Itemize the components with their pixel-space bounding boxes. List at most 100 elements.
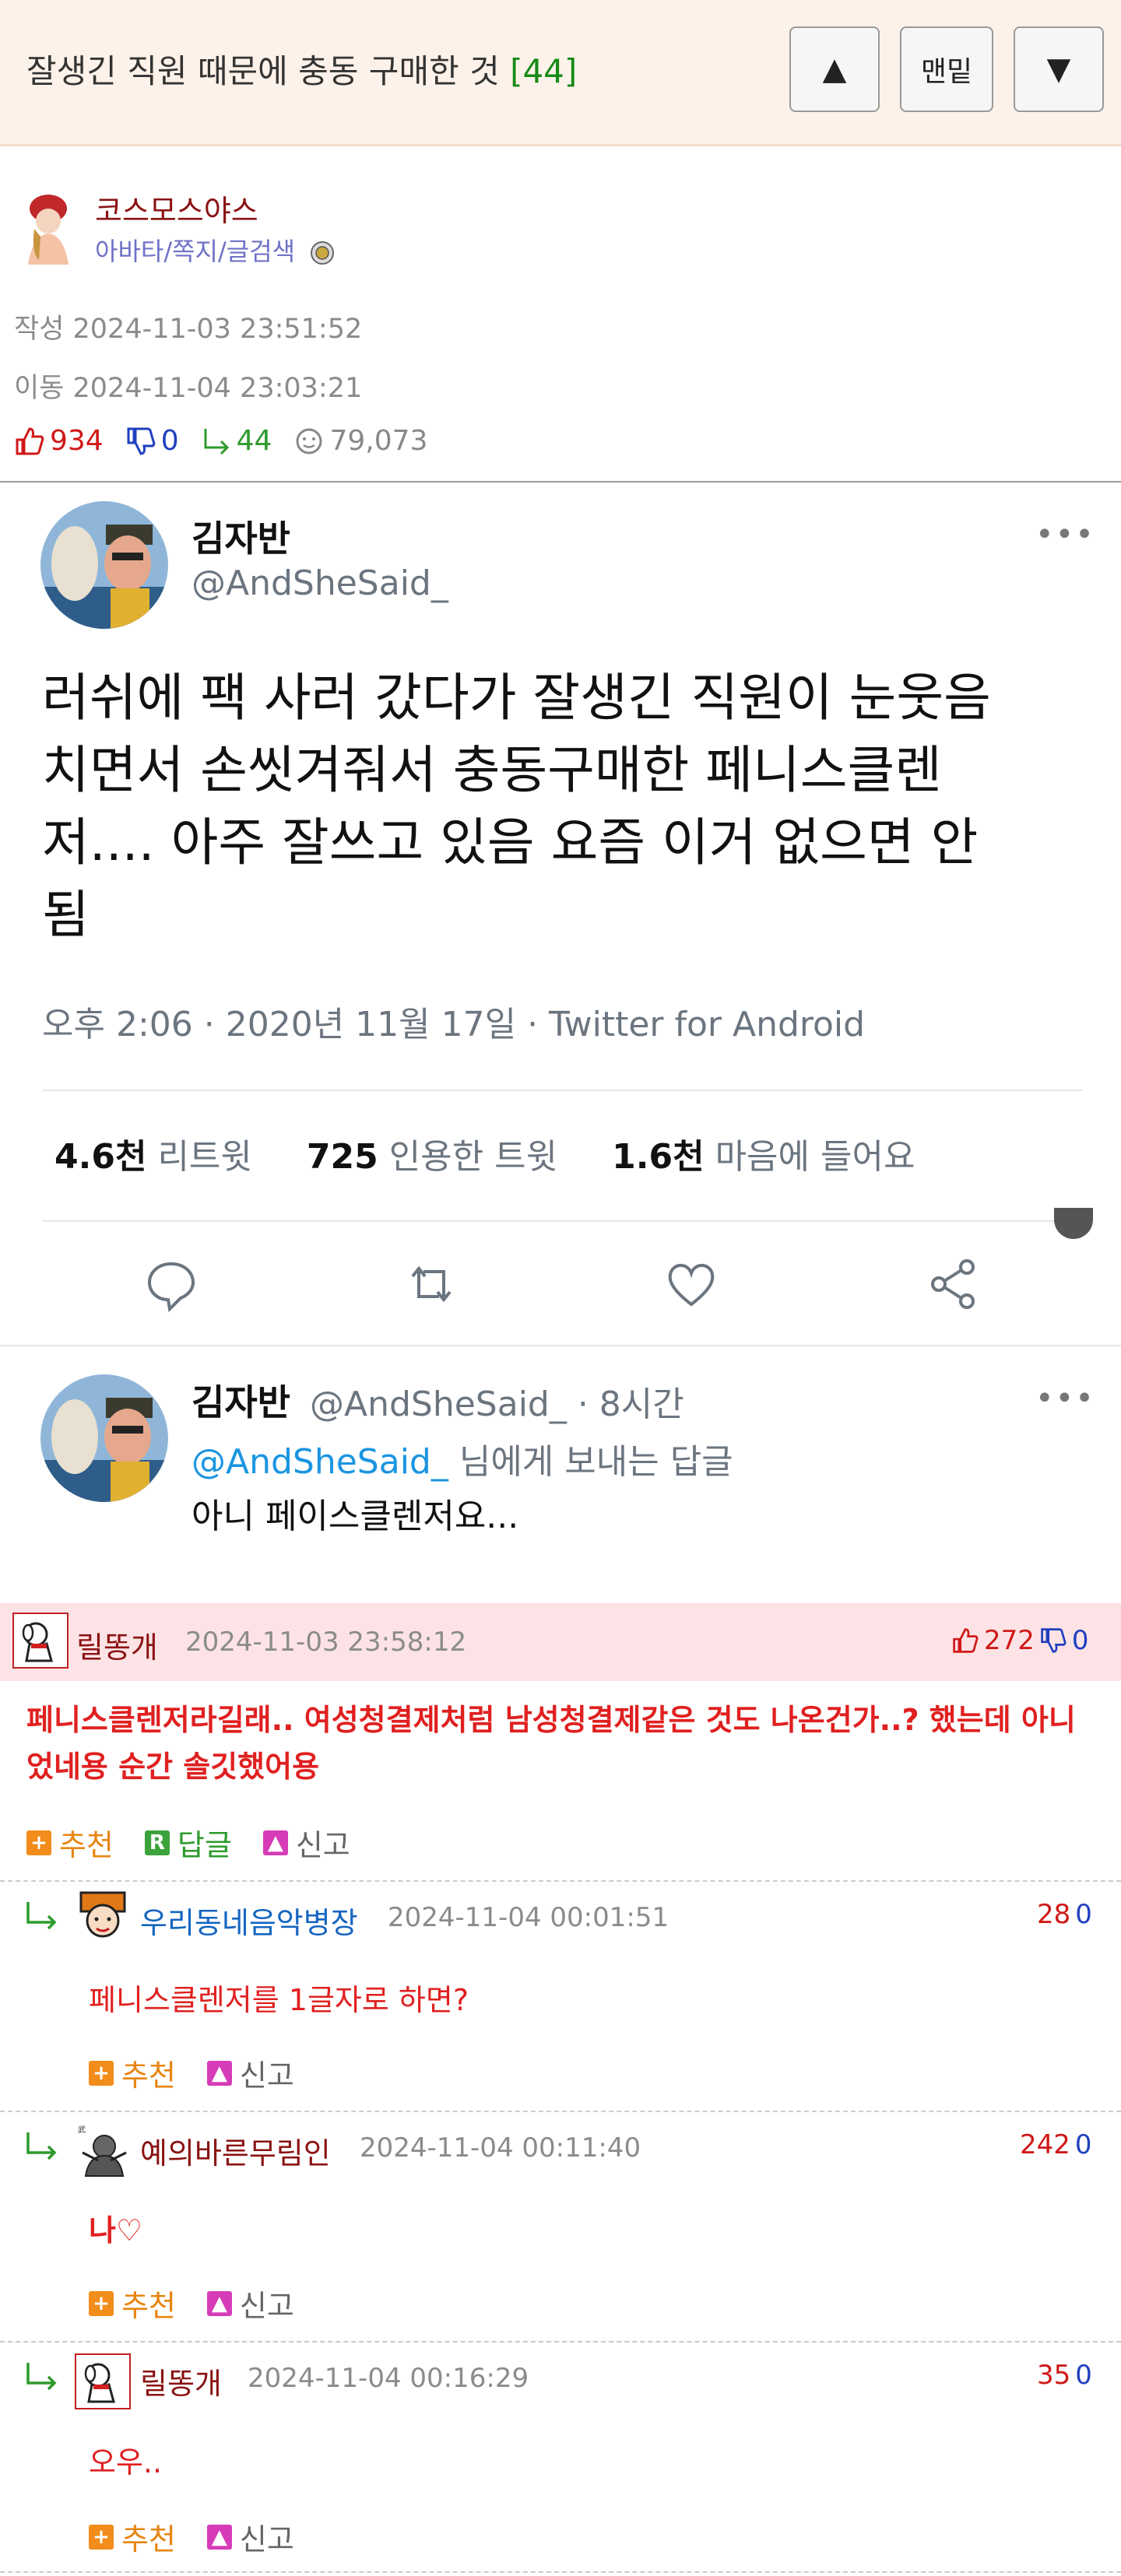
commenter-avatar[interactable]: 武 (75, 2122, 131, 2178)
share-icon (931, 1259, 975, 1309)
report-button[interactable]: ▲ 신고 (206, 2282, 294, 2325)
tweet-body: 러쉬에 팩 사러 갔다가 잘생긴 직원이 눈웃음 치면서 손씻겨줘서 충동구매한… (42, 662, 1093, 951)
comment-up-count[interactable]: 28 (1037, 1899, 1070, 1930)
author-links-text[interactable]: 아바타/쪽지/글검색 (95, 237, 295, 266)
comment-up-count[interactable]: 242 (1020, 2129, 1070, 2160)
comment-up-count[interactable]: 35 (1037, 2360, 1070, 2391)
comment-date: 2024-11-04 00:11:40 (360, 2132, 641, 2164)
tweet-avatar (40, 501, 168, 629)
comment-votes: 272 0 (951, 1625, 1089, 1656)
reply-count[interactable]: 44 (201, 425, 272, 457)
dislike-count[interactable]: 0 (125, 425, 179, 457)
smiley-icon (296, 428, 322, 454)
tweet-like-count: 1.6천 (612, 1137, 705, 1177)
comment-text-line: 었네용 순간 솔깃했어용 (26, 1750, 320, 1784)
reply-arrow-icon (26, 1902, 57, 1930)
comment-text: 오우.. (89, 2445, 163, 2479)
commenter-avatar[interactable] (75, 2353, 131, 2409)
comment-actions: + 추천 ▲ 신고 (89, 2051, 325, 2094)
best-comment-header: 릴똥개 2024-11-03 23:58:12 272 0 (0, 1603, 1121, 1681)
recommend-label: 추천 (59, 1828, 114, 1862)
retweet-icon (411, 1265, 452, 1303)
tweet-body-line: 치면서 손씻겨줘서 충동구매한 페니스클렌 (42, 740, 942, 800)
retweet-label: 리트윗 (157, 1137, 252, 1177)
commenter-avatar[interactable] (75, 1890, 131, 1946)
reply-tweet-author-name: 김자반 (192, 1381, 290, 1423)
commenter-name[interactable]: 릴똥개 (140, 2360, 222, 2402)
recommend-button[interactable]: + 추천 (26, 1821, 114, 1864)
thumbs-down-icon[interactable] (1039, 1627, 1067, 1655)
tweet-screenshot: 김자반 @AndSheSaid_ ••• 러쉬에 팩 사러 갔다가 잘생긴 직원… (0, 483, 1121, 1603)
thumbs-up-icon[interactable] (951, 1627, 979, 1655)
scroll-bottom-button[interactable]: 맨밑 (900, 26, 993, 112)
comment-separator (0, 2341, 1121, 2343)
comment-text: 나♡ (89, 2213, 143, 2248)
author-avatar[interactable] (17, 190, 76, 265)
commenter-name[interactable]: 우리동네음악병장 (140, 1899, 358, 1942)
thumbs-down-icon (127, 427, 156, 455)
tweet-divider (42, 1220, 1082, 1222)
report-label: 신고 (239, 2289, 294, 2323)
recommend-button[interactable]: + 추천 (89, 2515, 176, 2558)
quote-label: 인용한 트윗 (388, 1137, 558, 1177)
scroll-down-button[interactable]: ▼ (1014, 26, 1104, 112)
scroll-up-button[interactable]: ▲ (789, 26, 880, 112)
quote-count: 725 (306, 1137, 378, 1177)
reply-button[interactable]: R 답글 (144, 1821, 232, 1864)
tweet-author-handle: @AndSheSaid_ (192, 563, 448, 603)
comment-date: 2024-11-04 00:01:51 (388, 1902, 669, 1933)
tweet-timestamp: 오후 2:06 · 2020년 11월 17일 · Twitter for An… (42, 1005, 866, 1044)
reply-to-suffix: 님에게 보내는 답글 (448, 1442, 733, 1482)
report-button[interactable]: ▲ 신고 (262, 1821, 350, 1864)
scroll-bottom-label: 맨밑 (920, 56, 973, 88)
author-name[interactable]: 코스모스야스 (95, 187, 258, 230)
comment-text-line: 페니스클렌저라길래.. 여성청결제처럼 남성청결제같은 것도 나온건가..? 했… (26, 1703, 1076, 1737)
commenter-name[interactable]: 예의바른무림인 (140, 2129, 331, 2172)
siren-icon: ▲ (206, 2290, 232, 2316)
report-button[interactable]: ▲ 신고 (206, 2051, 294, 2094)
reply-label: 답글 (177, 1828, 232, 1862)
tweet-divider (0, 1345, 1121, 1346)
view-count: 79,073 (293, 425, 427, 457)
comment-separator (0, 1880, 1121, 1882)
plus-icon: + (89, 2290, 114, 2316)
recommend-label: 추천 (121, 2289, 176, 2323)
tweet-body-line: 저.... 아주 잘쓰고 있음 요즘 이거 없으면 안 (42, 812, 979, 872)
moved-date: 이동 2024-11-04 23:03:21 (14, 373, 363, 404)
report-label: 신고 (239, 2522, 294, 2557)
reply-count-value: 44 (236, 425, 272, 457)
reply-to-line: @AndSheSaid_ 님에게 보내는 답글 (192, 1434, 733, 1483)
comment-down-count[interactable]: 0 (1075, 2360, 1092, 2391)
top-bar: 잘생긴 직원 때문에 충동 구매한 것 [44] ▲ 맨밑 ▼ (0, 0, 1121, 146)
author-links[interactable]: 아바타/쪽지/글검색 (95, 232, 336, 268)
comment-down-count[interactable]: 0 (1075, 1899, 1092, 1930)
comment-votes: 242 0 (1020, 2129, 1092, 2160)
plus-icon: + (89, 2060, 114, 2086)
comment-actions: + 추천 ▲ 신고 (89, 2282, 325, 2325)
comment-date: 2024-11-04 00:16:29 (248, 2363, 529, 2394)
siren-icon: ▲ (206, 2524, 232, 2550)
dislike-count-value: 0 (160, 425, 179, 457)
commenter-name[interactable]: 릴똥개 (76, 1623, 158, 1666)
commenter-avatar[interactable] (12, 1613, 69, 1669)
like-count[interactable]: 934 (14, 425, 104, 457)
thumbs-up-icon (16, 426, 44, 454)
reply-r-icon: R (144, 1830, 170, 1855)
view-count-value: 79,073 (329, 425, 428, 457)
recommend-button[interactable]: + 추천 (89, 2282, 176, 2325)
report-label: 신고 (295, 1828, 350, 1862)
comment-votes: 28 0 (1037, 1899, 1092, 1930)
reply-arrow-icon (204, 428, 229, 454)
comment-date: 2024-11-03 23:58:12 (185, 1627, 467, 1658)
comment-actions: + 추천 ▲ 신고 (89, 2515, 325, 2558)
tweet-divider (42, 1090, 1082, 1091)
recommend-button[interactable]: + 추천 (89, 2051, 176, 2094)
plus-icon: + (89, 2524, 114, 2550)
comment-down-count[interactable]: 0 (1075, 2129, 1092, 2160)
best-comment-text: 페니스클렌저라길래.. 여성청결제처럼 남성청결제같은 것도 나온건가..? 했… (26, 1697, 1101, 1790)
comment-down-count: 0 (1071, 1625, 1089, 1656)
report-button[interactable]: ▲ 신고 (206, 2515, 294, 2558)
comment-count[interactable]: [44] (510, 52, 577, 90)
siren-icon: ▲ (206, 2060, 232, 2086)
up-arrow-icon: ▲ (822, 51, 847, 87)
